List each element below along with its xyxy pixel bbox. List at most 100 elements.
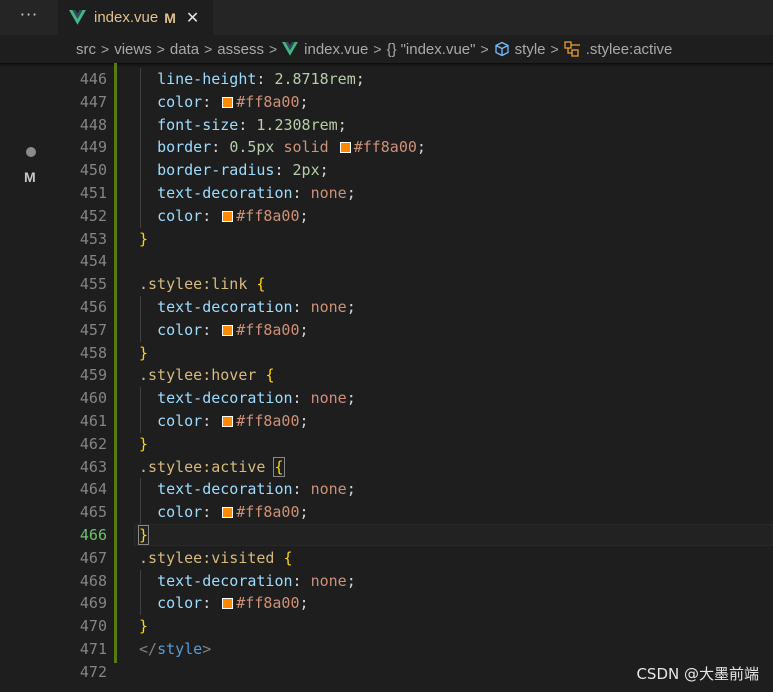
more-actions-button[interactable]: ··· xyxy=(0,0,58,35)
code-line[interactable]: 447 color: #ff8a00; xyxy=(0,91,773,114)
breadcrumb-item-src[interactable]: src xyxy=(76,41,96,58)
code-line[interactable]: 464 text-decoration: none; xyxy=(0,478,773,501)
code-editor[interactable]: M 446 line-height: 2.8718rem; 447 color: … xyxy=(0,63,773,692)
breadcrumb-item-module[interactable]: "index.vue" xyxy=(401,41,476,58)
code-token: color xyxy=(157,92,203,111)
color-swatch-icon[interactable] xyxy=(222,416,234,427)
code-line[interactable]: 467 .stylee:visited { xyxy=(0,547,773,570)
code-token: } xyxy=(139,434,149,453)
code-token: text-decoration xyxy=(157,389,293,408)
vue-file-icon xyxy=(69,10,86,25)
line-number: 448 xyxy=(79,115,107,134)
tab-close-icon[interactable]: ✕ xyxy=(186,8,199,27)
tab-index-vue[interactable]: index.vue M ✕ xyxy=(58,0,213,35)
line-number: 458 xyxy=(79,343,107,362)
breadcrumb: src > views > data > assess > index.vue … xyxy=(0,35,773,63)
color-swatch-icon[interactable] xyxy=(222,210,234,222)
code-token: .stylee:active xyxy=(139,457,266,476)
code-token: ; xyxy=(346,389,356,408)
code-text: text-decoration: none; xyxy=(139,182,356,205)
code-line[interactable]: 446 line-height: 2.8718rem; xyxy=(0,68,773,91)
code-line[interactable]: 454 xyxy=(0,250,773,273)
breadcrumb-item-selector[interactable]: .stylee:active xyxy=(586,41,673,58)
code-token: ; xyxy=(346,298,356,316)
code-line[interactable]: 469 color: #ff8a00; xyxy=(0,592,773,615)
code-token: } xyxy=(139,229,149,248)
code-line[interactable]: 461 color: #ff8a00; xyxy=(0,410,773,433)
code-text: text-decoration: none; xyxy=(139,387,356,410)
code-token: #ff8a00 xyxy=(236,503,300,522)
code-token: > xyxy=(202,640,212,658)
code-token: { xyxy=(265,366,275,385)
code-text: .stylee:visited { xyxy=(139,547,293,570)
line-number: 449 xyxy=(79,138,107,157)
color-swatch-icon[interactable] xyxy=(222,598,234,610)
code-token: : xyxy=(256,70,275,88)
code-text: text-decoration: none; xyxy=(139,570,356,593)
code-line[interactable]: 462} xyxy=(0,433,773,456)
color-swatch-icon[interactable] xyxy=(222,324,234,336)
chevron-right-icon: > xyxy=(101,41,110,57)
breadcrumb-item-views[interactable]: views xyxy=(114,41,152,58)
code-line[interactable]: 451 text-decoration: none; xyxy=(0,182,773,205)
code-line[interactable]: 455 .stylee:link { xyxy=(0,273,773,296)
code-token: #ff8a00 xyxy=(236,320,300,339)
code-token: : xyxy=(238,115,257,134)
code-line[interactable]: 450 border-radius: 2px; xyxy=(0,159,773,182)
code-line[interactable]: 457 color: #ff8a00; xyxy=(0,319,773,342)
chevron-right-icon: > xyxy=(550,41,559,57)
code-token: color xyxy=(157,412,203,430)
code-text: text-decoration: none; xyxy=(139,478,356,501)
css-selector-icon xyxy=(564,41,580,57)
code-line[interactable]: 463 .stylee:active { xyxy=(0,456,773,479)
code-line[interactable]: 456 text-decoration: none; xyxy=(0,296,773,319)
code-token: ; xyxy=(299,320,309,339)
code-token: line-height xyxy=(157,70,257,88)
code-line[interactable]: 466} xyxy=(0,524,773,547)
code-line[interactable]: 452 color: #ff8a00; xyxy=(0,205,773,228)
code-line[interactable]: 453} xyxy=(0,228,773,251)
code-line[interactable]: 470} xyxy=(0,615,773,638)
code-token: #ff8a00 xyxy=(236,206,300,225)
line-number: 453 xyxy=(79,229,107,248)
indent-guide xyxy=(140,387,141,433)
code-text: } xyxy=(139,615,148,638)
code-line[interactable]: 459 .stylee:hover { xyxy=(0,364,773,387)
color-swatch-icon[interactable] xyxy=(222,96,234,108)
line-number: 471 xyxy=(79,640,107,658)
code-text: color: #ff8a00; xyxy=(139,410,308,433)
code-text: color: #ff8a00; xyxy=(139,91,308,114)
code-line[interactable]: 460 text-decoration: none; xyxy=(0,387,773,410)
code-token: ; xyxy=(299,594,309,613)
code-line[interactable]: 449 border: 0.5px solid #ff8a00; xyxy=(0,136,773,159)
chevron-right-icon: > xyxy=(204,41,213,57)
color-swatch-icon[interactable] xyxy=(222,507,234,519)
code-line[interactable]: 448 font-size: 1.2308rem; xyxy=(0,114,773,137)
code-token: ; xyxy=(319,161,329,180)
code-token: } xyxy=(139,343,149,362)
vue-file-icon xyxy=(282,42,299,56)
code-line[interactable]: 471 </style> xyxy=(0,638,773,661)
breadcrumb-item-style[interactable]: style xyxy=(515,41,546,58)
line-number: 463 xyxy=(79,457,107,476)
code-line[interactable]: 468 text-decoration: none; xyxy=(0,570,773,593)
code-line[interactable]: 458} xyxy=(0,342,773,365)
code-token: { xyxy=(283,548,293,567)
breadcrumb-item-data[interactable]: data xyxy=(170,41,199,58)
code-token: : xyxy=(202,92,221,111)
color-swatch-icon[interactable] xyxy=(339,142,351,154)
line-number: 472 xyxy=(79,662,107,681)
code-token: font-size xyxy=(157,115,239,134)
code-token: 2px xyxy=(292,161,320,180)
breadcrumb-item-assess[interactable]: assess xyxy=(217,41,264,58)
code-line[interactable]: 465 color: #ff8a00; xyxy=(0,501,773,524)
code-text: } xyxy=(137,524,150,547)
line-number: 467 xyxy=(79,548,107,567)
line-number: 466 xyxy=(79,526,107,544)
breadcrumb-item-index-vue[interactable]: index.vue xyxy=(304,41,368,58)
code-text: color: #ff8a00; xyxy=(139,319,309,342)
